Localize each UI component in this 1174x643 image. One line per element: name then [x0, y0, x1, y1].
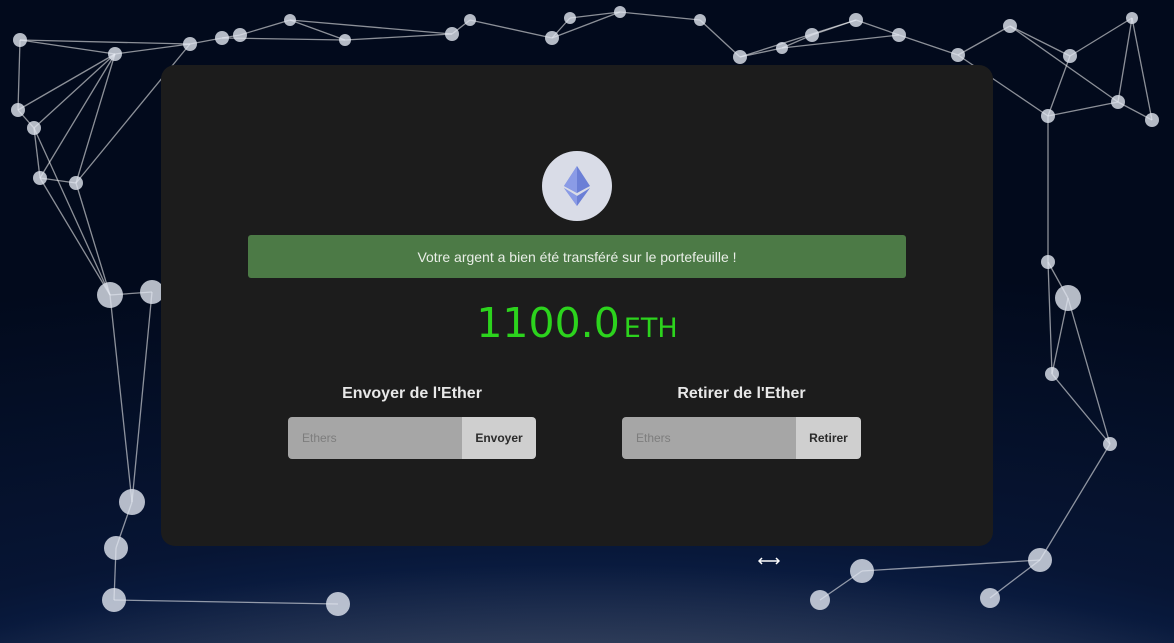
network-line — [1009, 25, 1071, 57]
network-line — [1067, 297, 1111, 445]
network-node — [326, 592, 350, 616]
network-node — [1045, 367, 1059, 381]
network-line — [1047, 55, 1071, 117]
success-alert-message: Votre argent a bien été transféré sur le… — [417, 248, 737, 265]
network-node — [339, 34, 351, 46]
network-node — [850, 559, 874, 583]
network-line — [1047, 261, 1053, 375]
network-line — [957, 25, 1011, 56]
network-line — [1047, 101, 1119, 117]
network-node — [694, 14, 706, 26]
network-node — [108, 47, 122, 61]
network-line — [39, 53, 116, 179]
network-line — [109, 294, 133, 503]
wallet-card: Votre argent a bien été transféré sur le… — [161, 65, 993, 546]
network-node — [1041, 255, 1055, 269]
network-node — [27, 121, 41, 135]
withdraw-section: Retirer de l'Ether Retirer — [622, 385, 861, 459]
network-line — [619, 11, 701, 21]
network-node — [13, 33, 27, 47]
network-node — [980, 588, 1000, 608]
network-node — [614, 6, 626, 18]
network-node — [445, 27, 459, 41]
network-node — [284, 14, 296, 26]
network-line — [699, 19, 741, 58]
network-node — [810, 590, 830, 610]
network-node — [104, 536, 128, 560]
ethereum-logo — [542, 151, 612, 221]
network-line — [33, 53, 116, 129]
balance-display: 1100.0 ETH — [161, 303, 993, 344]
withdraw-title: Retirer de l'Ether — [677, 385, 806, 402]
send-section: Envoyer de l'Ether Envoyer — [288, 385, 536, 459]
network-line — [33, 127, 111, 296]
withdraw-input-group: Retirer — [622, 417, 861, 459]
network-node — [102, 588, 126, 612]
network-node — [183, 37, 197, 51]
withdraw-button[interactable]: Retirer — [796, 417, 861, 459]
network-node — [1055, 285, 1081, 311]
network-node — [119, 489, 145, 515]
network-node — [11, 103, 25, 117]
send-input-group: Envoyer — [288, 417, 536, 459]
resize-cursor-icon — [758, 557, 780, 565]
balance-amount: 1100.0 — [476, 299, 620, 347]
network-node — [545, 31, 559, 45]
network-line — [861, 559, 1041, 572]
network-line — [131, 291, 153, 503]
network-line — [1009, 25, 1119, 103]
network-line — [39, 177, 111, 296]
network-node — [776, 42, 788, 54]
network-node — [1103, 437, 1117, 451]
network-node — [1111, 95, 1125, 109]
network-node — [464, 14, 476, 26]
network-node — [1028, 548, 1052, 572]
balance-unit: ETH — [623, 313, 678, 344]
network-node — [33, 171, 47, 185]
network-line — [898, 34, 959, 56]
withdraw-amount-input[interactable] — [622, 417, 796, 459]
network-node — [97, 282, 123, 308]
network-node — [733, 50, 747, 64]
send-amount-input[interactable] — [288, 417, 462, 459]
network-line — [739, 19, 857, 58]
network-node — [892, 28, 906, 42]
network-line — [114, 43, 191, 55]
network-node — [1041, 109, 1055, 123]
network-node — [1126, 12, 1138, 24]
network-node — [69, 176, 83, 190]
network-line — [289, 19, 453, 35]
network-node — [951, 48, 965, 62]
network-node — [215, 31, 229, 45]
network-line — [1117, 17, 1133, 103]
network-line — [1131, 17, 1153, 121]
network-node — [564, 12, 576, 24]
send-title: Envoyer de l'Ether — [342, 385, 482, 402]
success-alert: Votre argent a bien été transféré sur le… — [248, 235, 906, 278]
network-node — [805, 28, 819, 42]
network-line — [75, 182, 111, 296]
ethereum-icon — [564, 166, 590, 206]
network-line — [344, 33, 453, 41]
network-node — [849, 13, 863, 27]
network-node — [1003, 19, 1017, 33]
network-node — [1063, 49, 1077, 63]
network-line — [781, 34, 900, 49]
network-line — [17, 39, 21, 111]
network-line — [1039, 443, 1111, 561]
network-line — [1069, 17, 1133, 57]
network-line — [113, 599, 339, 605]
network-line — [469, 19, 553, 39]
network-line — [239, 19, 291, 36]
send-button[interactable]: Envoyer — [462, 417, 536, 459]
network-node — [233, 28, 247, 42]
network-node — [1145, 113, 1159, 127]
network-line — [1051, 373, 1111, 445]
